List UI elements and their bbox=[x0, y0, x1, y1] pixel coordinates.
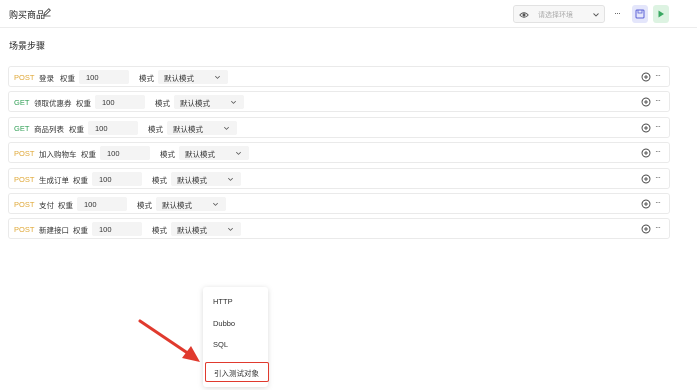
top-bar: 购买商品 请选择环境 ··· bbox=[0, 0, 697, 28]
step-name: 领取优惠券 bbox=[34, 99, 72, 109]
weight-label: 权重 bbox=[58, 200, 73, 210]
weight-input[interactable]: 100 bbox=[92, 171, 142, 186]
section-title: 场景步骤 bbox=[9, 41, 46, 51]
weight-label: 权重 bbox=[81, 150, 96, 160]
environment-placeholder: 请选择环境 bbox=[538, 12, 573, 19]
plus-circle-icon[interactable] bbox=[641, 72, 651, 82]
method-badge: POST bbox=[14, 225, 35, 235]
menu-item-import-test-object[interactable]: 引入测试对象 bbox=[205, 362, 269, 382]
step-name: 支付 bbox=[39, 200, 54, 210]
plus-circle-icon[interactable] bbox=[641, 123, 651, 133]
mode-value: 默认模式 bbox=[177, 226, 207, 236]
steps-list: POST 登录 权重 100 模式 默认模式 ··· GET 领取优惠券 权重 … bbox=[8, 66, 670, 244]
mode-select[interactable]: 默认模式 bbox=[156, 196, 226, 211]
chevron-down-icon bbox=[213, 202, 218, 206]
mode-label: 模式 bbox=[152, 226, 167, 236]
mode-value: 默认模式 bbox=[162, 200, 192, 210]
step-name: 商品列表 bbox=[34, 124, 64, 134]
menu-item-http[interactable]: HTTP bbox=[213, 297, 233, 306]
step-row: POST 生成订单 权重 100 模式 默认模式 ··· bbox=[8, 167, 670, 189]
weight-label: 权重 bbox=[73, 226, 88, 236]
more-icon[interactable]: ··· bbox=[655, 147, 661, 156]
save-icon bbox=[635, 9, 645, 19]
scenario-title: 购买商品 bbox=[9, 10, 46, 20]
pencil-icon[interactable] bbox=[42, 7, 52, 17]
mode-label: 模式 bbox=[155, 99, 170, 109]
weight-label: 权重 bbox=[73, 175, 88, 185]
step-name: 加入购物车 bbox=[39, 150, 77, 160]
mode-value: 默认模式 bbox=[185, 150, 215, 160]
step-row: GET 领取优惠券 权重 100 模式 默认模式 ··· bbox=[8, 91, 670, 113]
step-row: POST 登录 权重 100 模式 默认模式 ··· bbox=[8, 66, 670, 87]
plus-circle-icon[interactable] bbox=[641, 148, 651, 158]
plus-circle-icon[interactable] bbox=[641, 174, 651, 184]
more-icon[interactable]: ··· bbox=[655, 122, 661, 131]
step-row: POST 新建接口 权重 100 模式 默认模式 ··· bbox=[8, 218, 670, 240]
mode-select[interactable]: 默认模式 bbox=[167, 120, 237, 135]
chevron-down-icon bbox=[593, 13, 599, 17]
weight-label: 权重 bbox=[69, 124, 84, 134]
plus-circle-icon[interactable] bbox=[641, 199, 651, 209]
weight-input[interactable]: 100 bbox=[79, 70, 129, 84]
more-icon[interactable]: ··· bbox=[614, 8, 621, 18]
mode-label: 模式 bbox=[148, 124, 163, 134]
weight-label: 权重 bbox=[60, 74, 75, 83]
mode-label: 模式 bbox=[137, 200, 152, 210]
step-row: POST 加入购物车 权重 100 模式 默认模式 ··· bbox=[8, 142, 670, 164]
menu-item-dubbo[interactable]: Dubbo bbox=[213, 319, 235, 328]
mode-value: 默认模式 bbox=[173, 124, 203, 134]
step-row: POST 支付 权重 100 模式 默认模式 ··· bbox=[8, 192, 670, 214]
save-button[interactable] bbox=[632, 5, 648, 23]
run-button[interactable] bbox=[653, 5, 669, 23]
more-icon[interactable]: ··· bbox=[655, 71, 661, 80]
mode-label: 模式 bbox=[160, 150, 175, 160]
weight-input[interactable]: 100 bbox=[95, 95, 145, 110]
method-badge: GET bbox=[14, 98, 30, 108]
more-icon[interactable]: ··· bbox=[655, 96, 661, 105]
more-icon[interactable]: ··· bbox=[655, 198, 661, 207]
more-icon[interactable]: ··· bbox=[655, 223, 661, 232]
chevron-down-icon bbox=[231, 101, 236, 105]
step-row: GET 商品列表 权重 100 模式 默认模式 ··· bbox=[8, 116, 670, 138]
more-icon[interactable]: ··· bbox=[655, 173, 661, 182]
mode-select[interactable]: 默认模式 bbox=[179, 146, 249, 161]
mode-label: 模式 bbox=[152, 175, 167, 185]
mode-value: 默认模式 bbox=[180, 99, 210, 109]
chevron-down-icon bbox=[228, 177, 233, 181]
plus-circle-icon[interactable] bbox=[641, 97, 651, 107]
method-badge: GET bbox=[14, 123, 30, 133]
play-icon bbox=[658, 10, 664, 18]
step-name: 新建接口 bbox=[39, 226, 69, 236]
mode-value: 默认模式 bbox=[164, 74, 194, 83]
weight-label: 权重 bbox=[76, 99, 91, 109]
mode-value: 默认模式 bbox=[177, 175, 207, 185]
weight-input[interactable]: 100 bbox=[88, 120, 138, 135]
weight-input[interactable]: 100 bbox=[100, 146, 150, 161]
chevron-down-icon bbox=[215, 75, 220, 79]
mode-select[interactable]: 默认模式 bbox=[158, 70, 228, 84]
arrow-annotation-icon bbox=[138, 319, 200, 362]
mode-select[interactable]: 默认模式 bbox=[171, 171, 241, 186]
method-badge: POST bbox=[14, 149, 35, 159]
mode-label: 模式 bbox=[139, 74, 154, 83]
step-name: 登录 bbox=[39, 74, 54, 83]
chevron-down-icon bbox=[224, 126, 229, 130]
menu-item-sql[interactable]: SQL bbox=[213, 340, 228, 349]
method-badge: POST bbox=[14, 73, 35, 82]
environment-select[interactable]: 请选择环境 bbox=[513, 5, 605, 23]
mode-select[interactable]: 默认模式 bbox=[174, 95, 244, 110]
eye-icon[interactable] bbox=[519, 10, 529, 20]
add-step-menu: HTTP Dubbo SQL 引入测试对象 bbox=[203, 287, 269, 387]
step-name: 生成订单 bbox=[39, 175, 69, 185]
weight-input[interactable]: 100 bbox=[77, 196, 127, 211]
chevron-down-icon bbox=[228, 228, 233, 232]
method-badge: POST bbox=[14, 174, 35, 184]
plus-circle-icon[interactable] bbox=[641, 224, 651, 234]
chevron-down-icon bbox=[236, 152, 241, 156]
method-badge: POST bbox=[14, 199, 35, 209]
mode-select[interactable]: 默认模式 bbox=[171, 222, 241, 237]
weight-input[interactable]: 100 bbox=[92, 222, 142, 237]
